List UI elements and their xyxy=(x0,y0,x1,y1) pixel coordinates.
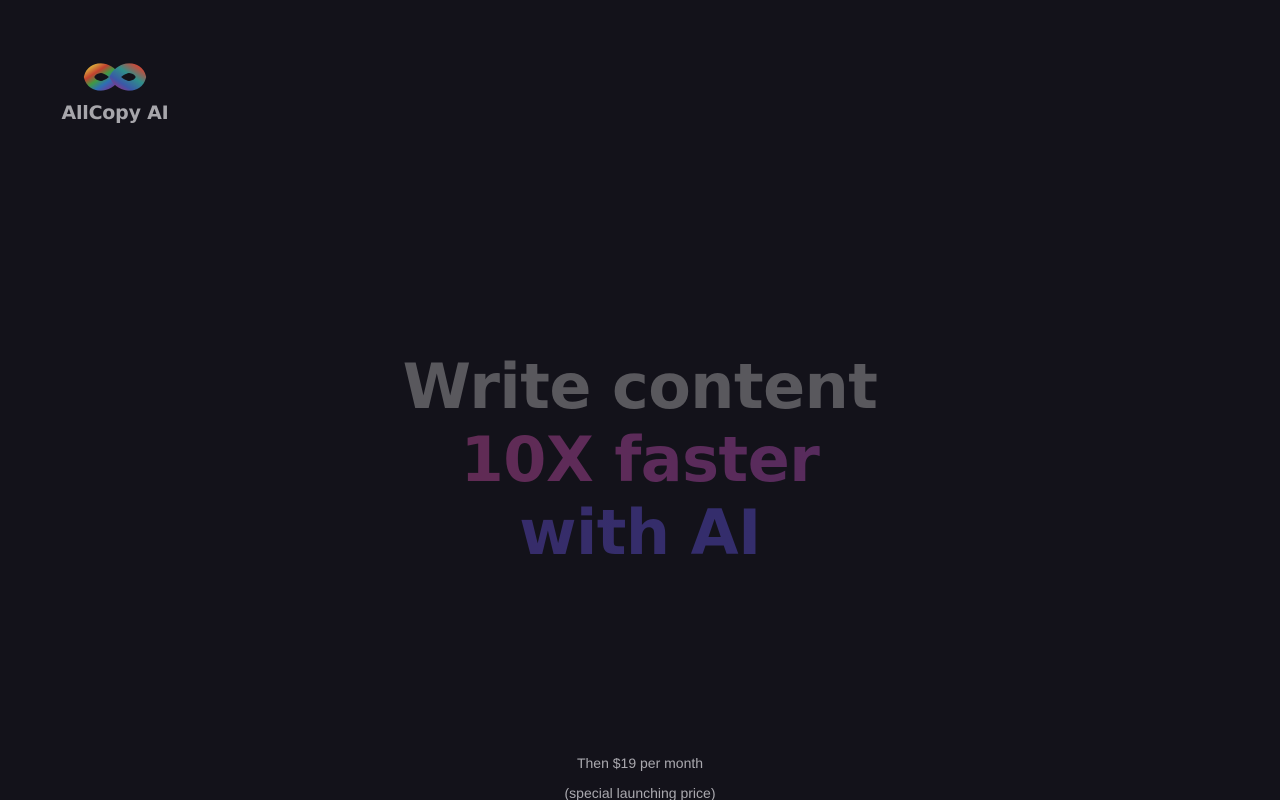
headline-line-3: with AI xyxy=(0,496,1280,569)
hero-headline: Write content 10X faster with AI xyxy=(0,350,1280,569)
brand-name: AllCopy AI xyxy=(61,102,169,124)
price-text: Then $19 per month xyxy=(576,755,704,771)
brand-home-link[interactable]: AllCopy AI xyxy=(60,58,170,124)
headline-line-1: Write content xyxy=(402,349,878,423)
price-note: (special launching price) xyxy=(564,785,716,800)
infinity-logo-icon xyxy=(82,58,148,96)
headline-line-2: 10X faster xyxy=(0,423,1280,496)
